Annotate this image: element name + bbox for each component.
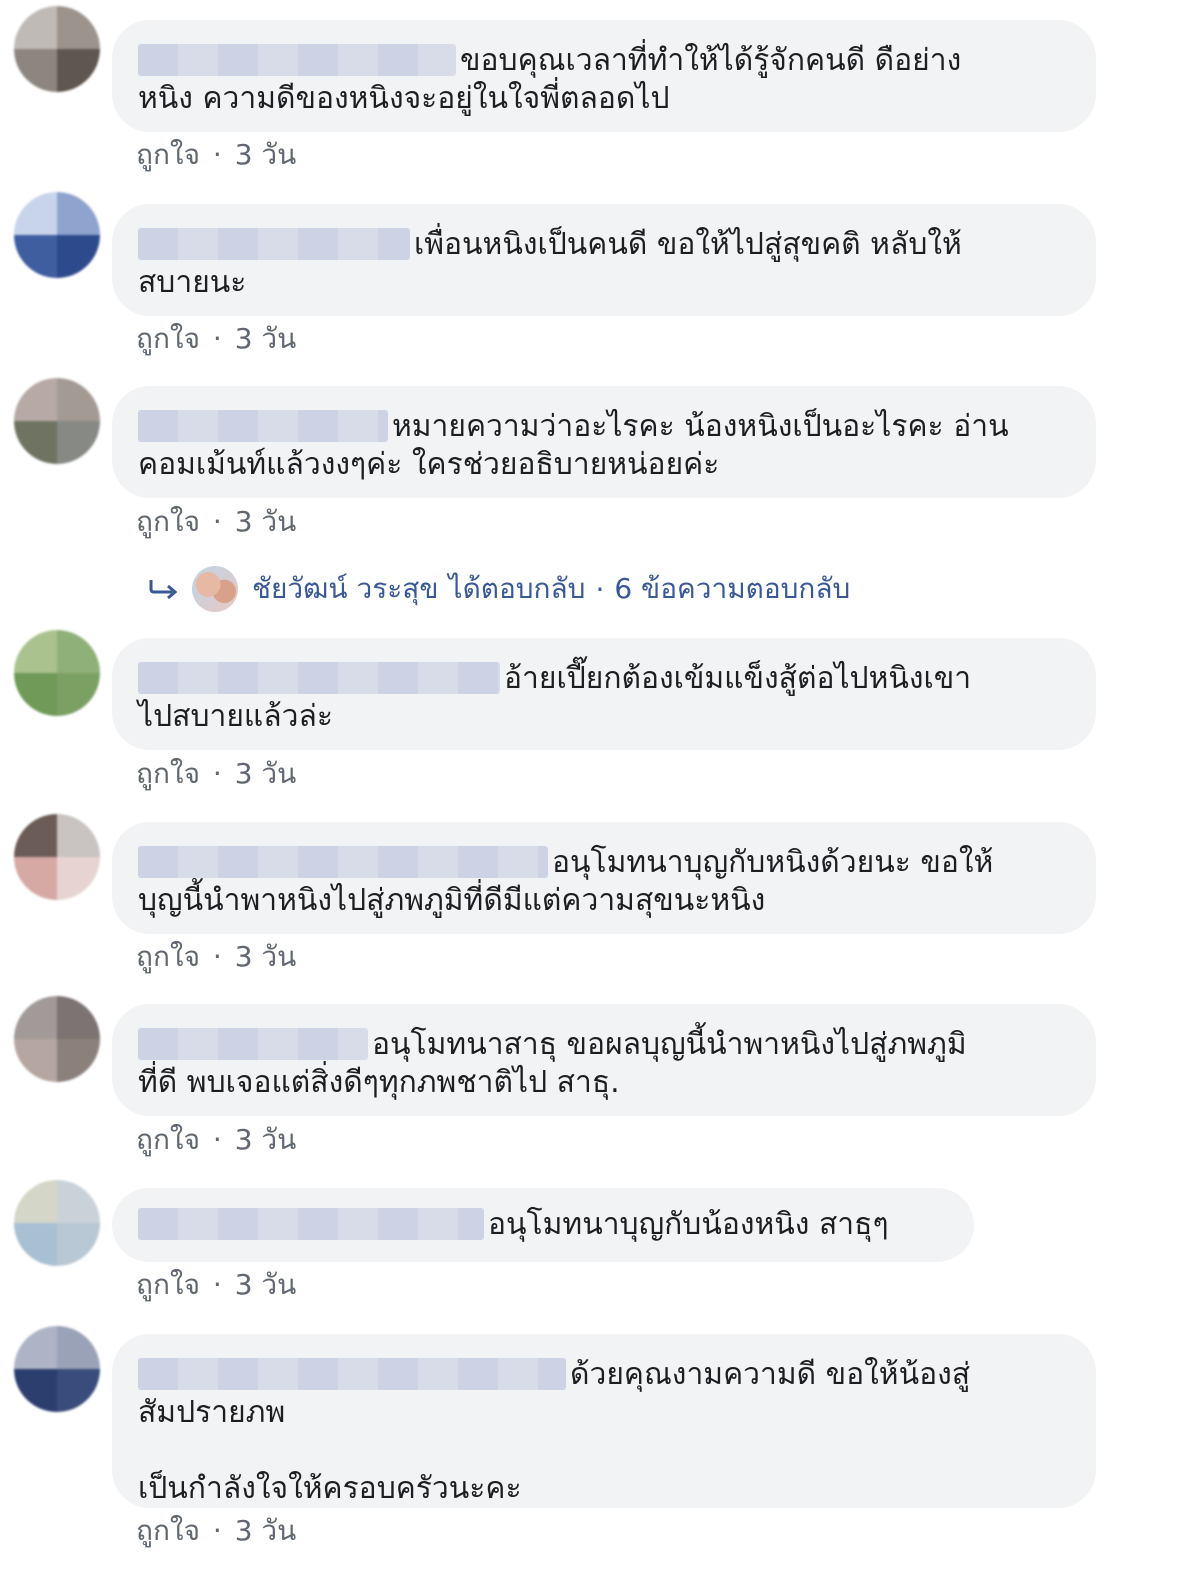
comment-bubble: อนุโมทนาสาธุ ขอผลบุญนี้นำพาหนิงไปสู่ภพภู…: [112, 1004, 1096, 1116]
comment-meta: ถูกใจ · 3 วัน: [136, 940, 296, 974]
comment-time[interactable]: 3 วัน: [235, 1123, 297, 1156]
comment-text: อ้ายเปี๊ยกต้องเข้มแข็งสู้ต่อไปหนิงเขา ไป…: [138, 661, 972, 734]
commenter-name-blurred[interactable]: [138, 1358, 566, 1390]
commenter-name-blurred[interactable]: [138, 846, 548, 878]
reply-action: ได้ตอบกลับ: [448, 572, 586, 605]
like-link[interactable]: ถูกใจ: [136, 138, 200, 171]
reply-count[interactable]: 6 ข้อความตอบกลับ: [614, 567, 850, 611]
view-replies-link[interactable]: ชัยวัฒน์ วระสุข ได้ตอบกลับ · 6 ข้อความตอ…: [148, 566, 850, 612]
meta-separator: ·: [212, 1514, 222, 1547]
comment-bubble: ขอบคุณเวลาที่ทำให้ได้รู้จักคนดี ดือย่าง …: [112, 20, 1096, 132]
commenter-name-blurred[interactable]: [138, 228, 410, 260]
comment-text: หมายความว่าอะไรคะ น้องหนิงเป็นอะไรคะ อ่า…: [138, 409, 1009, 482]
comment-bubble: เพื่อนหนิงเป็นคนดี ขอให้ไปสู่สุขคติ หลับ…: [112, 204, 1096, 316]
avatar[interactable]: [14, 630, 100, 716]
reply-arrow-icon: [149, 580, 178, 600]
avatar[interactable]: [14, 1326, 100, 1412]
avatar[interactable]: [14, 6, 100, 92]
meta-separator: ·: [212, 757, 222, 790]
like-link[interactable]: ถูกใจ: [136, 505, 200, 538]
comment-meta: ถูกใจ · 3 วัน: [136, 1268, 296, 1302]
comment-time[interactable]: 3 วัน: [235, 757, 297, 790]
comment-meta: ถูกใจ · 3 วัน: [136, 138, 296, 172]
comment-meta: ถูกใจ · 3 วัน: [136, 322, 296, 356]
meta-separator: ·: [212, 940, 222, 973]
like-link[interactable]: ถูกใจ: [136, 1514, 200, 1547]
comment-text: ขอบคุณเวลาที่ทำให้ได้รู้จักคนดี ดือย่าง …: [138, 43, 962, 116]
reply-author-name[interactable]: ชัยวัฒน์ วระสุข: [252, 567, 439, 611]
comment-time[interactable]: 3 วัน: [235, 1268, 297, 1301]
avatar[interactable]: [14, 192, 100, 278]
comment-bubble: อ้ายเปี๊ยกต้องเข้มแข็งสู้ต่อไปหนิงเขา ไป…: [112, 638, 1096, 750]
comment-bubble: หมายความว่าอะไรคะ น้องหนิงเป็นอะไรคะ อ่า…: [112, 386, 1096, 498]
meta-separator: ·: [212, 505, 222, 538]
comment-meta: ถูกใจ · 3 วัน: [136, 757, 296, 791]
like-link[interactable]: ถูกใจ: [136, 1268, 200, 1301]
comment-text: อนุโมทนาสาธุ ขอผลบุญนี้นำพาหนิงไปสู่ภพภู…: [138, 1027, 967, 1100]
reply-author-avatar[interactable]: [192, 566, 238, 612]
meta-separator: ·: [212, 138, 222, 171]
reply-separator: ·: [595, 572, 605, 606]
comment-text: อนุโมทนาบุญกับน้องหนิง สาธุๆ: [138, 1206, 944, 1244]
like-link[interactable]: ถูกใจ: [136, 757, 200, 790]
comment-text: ด้วยคุณงามความดี ขอให้น้องสู่ สัมปรายภพ …: [138, 1357, 971, 1506]
like-link[interactable]: ถูกใจ: [136, 940, 200, 973]
commenter-name-blurred[interactable]: [138, 1208, 484, 1240]
comment-meta: ถูกใจ · 3 วัน: [136, 1514, 296, 1548]
comment-bubble: ด้วยคุณงามความดี ขอให้น้องสู่ สัมปรายภพ …: [112, 1334, 1096, 1508]
comment-meta: ถูกใจ · 3 วัน: [136, 1123, 296, 1157]
comment-time[interactable]: 3 วัน: [235, 1514, 297, 1547]
comment-time[interactable]: 3 วัน: [235, 940, 297, 973]
comment-bubble: อนุโมทนาบุญกับหนิงด้วยนะ ขอให้ บุญนี้นำพ…: [112, 822, 1096, 934]
comment-time[interactable]: 3 วัน: [235, 138, 297, 171]
meta-separator: ·: [212, 322, 222, 355]
commenter-name-blurred[interactable]: [138, 1028, 368, 1060]
like-link[interactable]: ถูกใจ: [136, 1123, 200, 1156]
comment-time[interactable]: 3 วัน: [235, 505, 297, 538]
commenter-name-blurred[interactable]: [138, 410, 388, 442]
like-link[interactable]: ถูกใจ: [136, 322, 200, 355]
comment-bubble: อนุโมทนาบุญกับน้องหนิง สาธุๆ: [112, 1188, 974, 1262]
meta-separator: ·: [212, 1123, 222, 1156]
avatar[interactable]: [14, 378, 100, 464]
avatar[interactable]: [14, 814, 100, 900]
commenter-name-blurred[interactable]: [138, 662, 500, 694]
meta-separator: ·: [212, 1268, 222, 1301]
comment-meta: ถูกใจ · 3 วัน: [136, 505, 296, 539]
comment-time[interactable]: 3 วัน: [235, 322, 297, 355]
avatar[interactable]: [14, 996, 100, 1082]
avatar[interactable]: [14, 1180, 100, 1266]
comment-text: อนุโมทนาบุญกับหนิงด้วยนะ ขอให้ บุญนี้นำพ…: [138, 845, 994, 918]
commenter-name-blurred[interactable]: [138, 44, 456, 76]
comment-text: เพื่อนหนิงเป็นคนดี ขอให้ไปสู่สุขคติ หลับ…: [138, 227, 962, 300]
